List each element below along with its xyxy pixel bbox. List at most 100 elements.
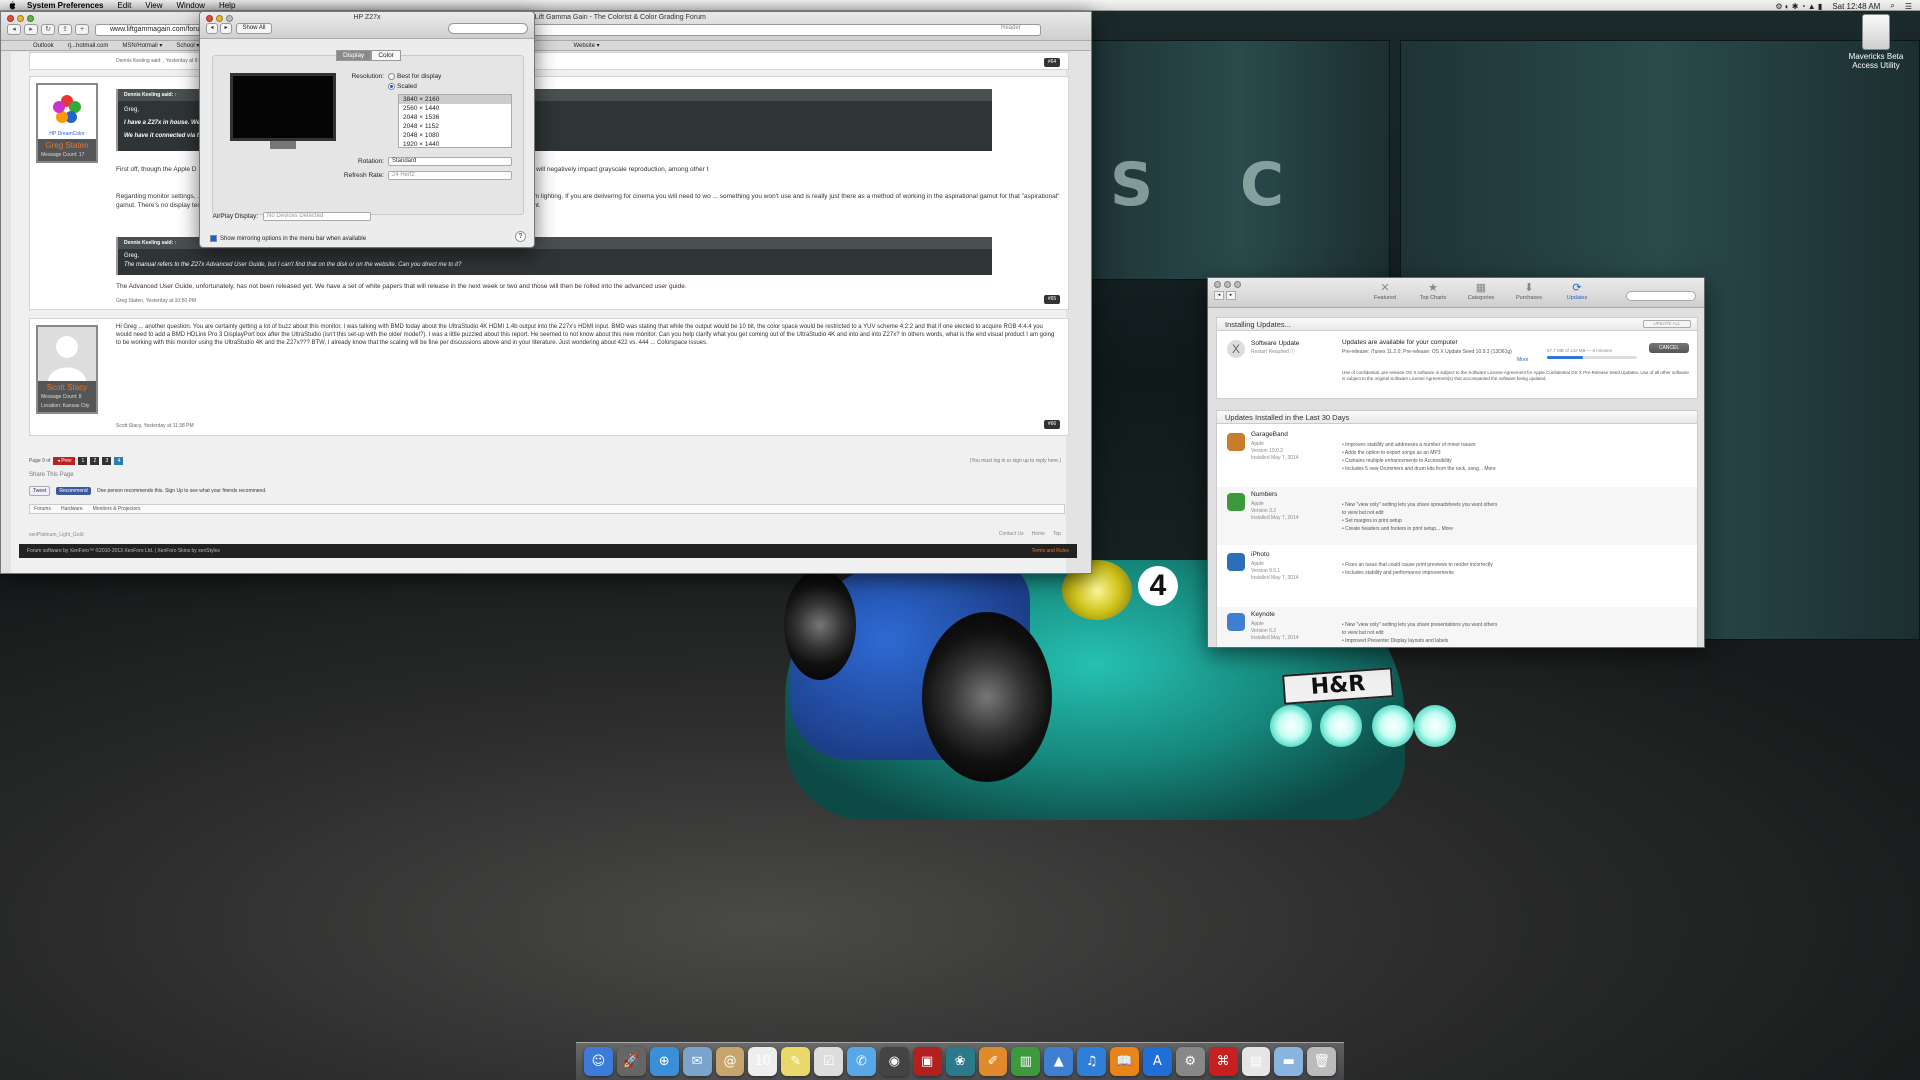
menu-window[interactable]: Window (177, 1, 205, 10)
tab-display[interactable]: Display (336, 50, 372, 61)
prefs-search-input[interactable] (448, 23, 528, 34)
page-link[interactable]: 2 (90, 457, 100, 465)
home-link[interactable]: Home (1032, 531, 1045, 537)
post-number[interactable]: #64 (1044, 58, 1060, 67)
airplay-popup[interactable]: No Devices Detected (263, 212, 371, 221)
post-number[interactable]: #65 (1044, 295, 1060, 304)
resolution-option[interactable]: 2048 × 1080 (399, 131, 511, 140)
resolution-option[interactable]: 2048 × 1536 (399, 113, 511, 122)
bookmark-outlook[interactable]: Outlook (33, 43, 54, 49)
add-tab-button[interactable]: + (75, 24, 89, 35)
back-button[interactable]: ◂ (7, 24, 21, 35)
resolution-option[interactable]: 3840 × 2160 (399, 95, 511, 104)
terms-link[interactable]: Terms and Rules (1031, 544, 1069, 558)
resolution-option[interactable]: 2048 × 1152 (399, 122, 511, 131)
menu-help[interactable]: Help (219, 1, 235, 10)
update-all-button[interactable]: UPDATE ALL (1643, 320, 1691, 328)
contacts-icon[interactable]: @ (715, 1047, 745, 1076)
app-store-icon[interactable]: A (1142, 1047, 1172, 1076)
numbers-icon[interactable]: ▥ (1011, 1047, 1041, 1076)
calendar-icon[interactable]: 10 (748, 1047, 778, 1076)
top-link[interactable]: Top (1053, 531, 1061, 537)
author-name[interactable]: Greg Staten (38, 141, 96, 150)
radio-scaled[interactable]: Scaled (388, 83, 417, 90)
page-link[interactable]: 3 (102, 457, 112, 465)
menu-clock[interactable]: Sat 12:48 AM (1832, 2, 1880, 11)
reader-button[interactable]: Reader (1001, 25, 1021, 31)
menu-edit[interactable]: Edit (118, 1, 132, 10)
resolution-list[interactable]: 3840 × 2160 2560 × 1440 2048 × 1536 2048… (398, 94, 512, 148)
rotation-popup[interactable]: Standard (388, 157, 512, 166)
photo-booth-icon[interactable]: ▣ (912, 1047, 942, 1076)
show-all-button[interactable]: Show All (236, 23, 272, 34)
avatar[interactable]: HP DreamColor (38, 85, 96, 139)
itunes-icon[interactable]: ♫ (1077, 1047, 1106, 1076)
facetime-icon[interactable]: ◉ (879, 1047, 909, 1076)
back-button[interactable]: ◂ (1214, 291, 1224, 300)
reload-button[interactable]: ↻ (41, 24, 55, 35)
tab-top-charts[interactable]: ★ Top Charts (1416, 281, 1450, 301)
system-preferences-icon[interactable]: ⚙ (1175, 1047, 1205, 1076)
mirroring-checkbox[interactable]: Show mirroring options in the menu bar w… (210, 235, 366, 242)
launchpad-icon[interactable]: 🚀 (616, 1047, 646, 1076)
cancel-button[interactable]: CANCEL (1649, 343, 1689, 353)
bookmark-msn-hotmail[interactable]: MSN/Hotmail ▾ (122, 42, 162, 49)
facebook-recommend-button[interactable]: Recommend (56, 487, 91, 495)
close-button[interactable] (7, 15, 14, 22)
reminders-icon[interactable]: ☑ (814, 1047, 843, 1076)
close-button[interactable] (1214, 281, 1221, 288)
breadcrumb-forums[interactable]: Forums (34, 506, 51, 512)
menu-app-name[interactable]: System Preferences (27, 1, 104, 10)
notes-icon[interactable]: ✎ (781, 1047, 811, 1076)
keynote-icon[interactable]: ▲ (1044, 1047, 1074, 1076)
bookmark-school[interactable]: School ▾ (176, 42, 199, 49)
page-link-current[interactable]: 4 (114, 457, 124, 465)
mail-icon[interactable]: ✉ (682, 1047, 712, 1076)
store-search-input[interactable] (1626, 291, 1696, 301)
safari-icon[interactable]: ⊕ (649, 1047, 679, 1076)
desktop-item-mavericks-beta[interactable]: Mavericks Beta Access Utility (1846, 14, 1906, 70)
post-number[interactable]: #66 (1044, 420, 1060, 429)
forward-button[interactable]: ▸ (1226, 291, 1236, 300)
help-button[interactable]: ? (515, 231, 526, 242)
iphoto-icon[interactable]: ❀ (945, 1047, 975, 1076)
page-link[interactable]: 1 (78, 457, 88, 465)
style-chooser[interactable]: xenPlatinum_Light_Gold (29, 532, 83, 538)
zoom-button[interactable] (1234, 281, 1241, 288)
finder-icon[interactable]: ☺ (584, 1047, 613, 1076)
breadcrumb-hardware[interactable]: Hardware (61, 506, 83, 512)
contact-us-link[interactable]: Contact Us (999, 531, 1024, 537)
bookmark-hotmail-address[interactable]: rj...hotmail.com (68, 43, 109, 49)
login-note[interactable]: (You must log in or sign up to reply her… (970, 458, 1061, 464)
tab-featured[interactable]: ✕ Featured (1368, 281, 1402, 301)
ibooks-icon[interactable]: 📖 (1110, 1047, 1139, 1076)
share-button[interactable]: ⇪ (58, 24, 72, 35)
resolution-option[interactable]: 2560 × 1440 (399, 104, 511, 113)
trash-icon[interactable]: 🗑 (1307, 1047, 1337, 1076)
menu-view[interactable]: View (145, 1, 162, 10)
tab-categories[interactable]: ▦ Categories (1464, 281, 1498, 301)
tab-updates[interactable]: ⟳ Updates (1560, 281, 1594, 301)
zoom-button[interactable] (27, 15, 34, 22)
prev-page-button[interactable]: ◂ Prev (53, 457, 76, 465)
notification-center-icon[interactable]: ☰ (1905, 2, 1912, 11)
more-link[interactable]: More (1517, 356, 1528, 364)
author-name[interactable]: Scott Stacy (38, 383, 96, 392)
minimize-button[interactable] (1224, 281, 1231, 288)
messages-icon[interactable]: ✆ (847, 1047, 876, 1076)
minimize-button[interactable] (17, 15, 24, 22)
forward-button[interactable]: ▸ (220, 23, 232, 34)
update-status[interactable]: Restart Required ⓘ (1251, 349, 1295, 356)
tab-purchases[interactable]: ⬇ Purchases (1512, 281, 1546, 301)
apple-menu-icon[interactable] (8, 0, 17, 10)
tweet-button[interactable]: Tweet (29, 486, 51, 496)
acrobat-icon[interactable]: ⌘ (1208, 1047, 1238, 1076)
refresh-rate-popup[interactable]: 24 Hertz (388, 171, 512, 180)
back-button[interactable]: ◂ (206, 23, 218, 34)
forward-button[interactable]: ▸ (24, 24, 38, 35)
document-icon[interactable]: ▤ (1241, 1047, 1271, 1076)
downloads-folder-icon[interactable]: ▬ (1274, 1047, 1304, 1076)
bookmark-website[interactable]: Website ▾ (573, 42, 599, 49)
radio-best-for-display[interactable]: Best for display (388, 73, 441, 80)
avatar[interactable] (38, 327, 96, 381)
